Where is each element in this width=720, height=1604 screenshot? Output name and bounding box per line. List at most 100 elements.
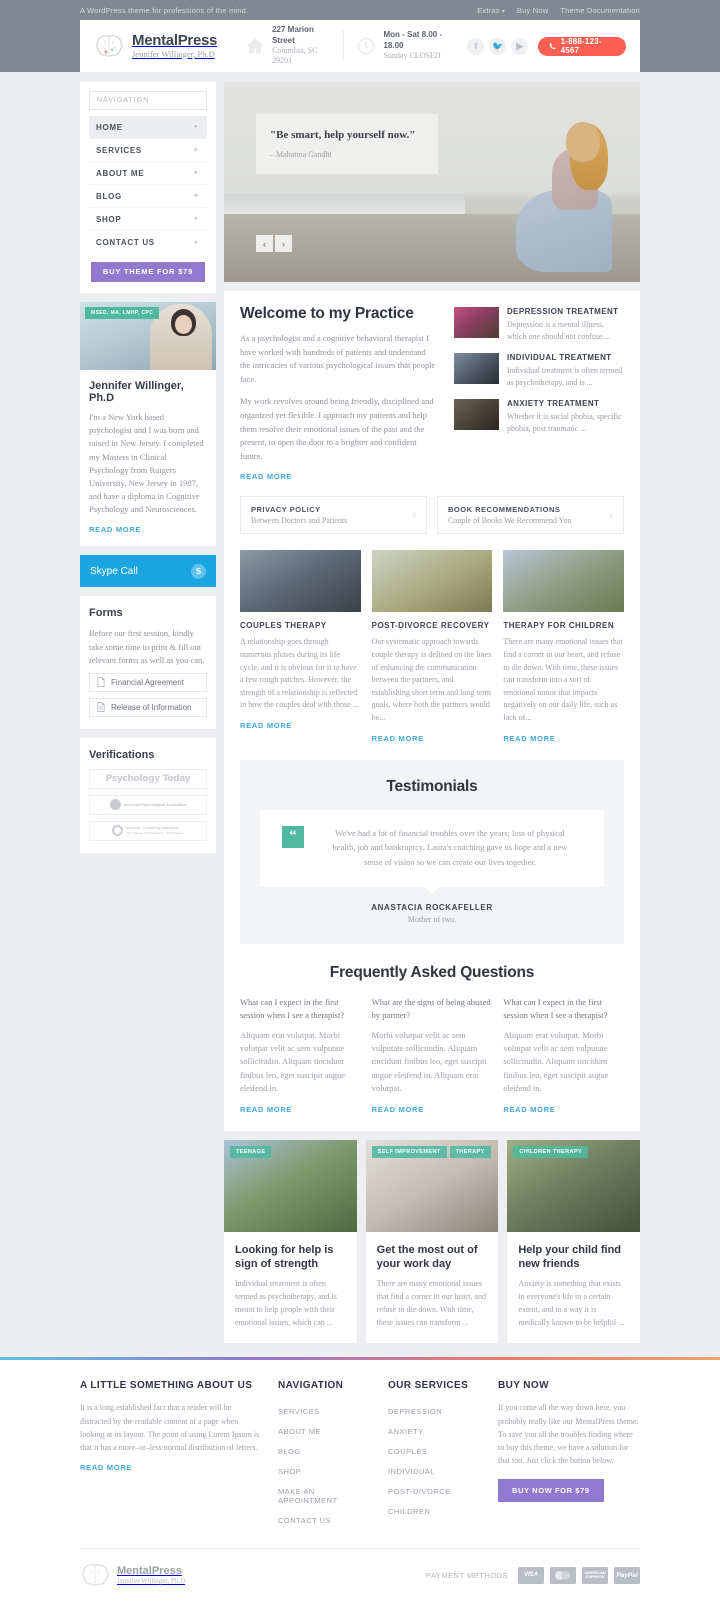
info-box-privacy-policy[interactable]: PRIVACY POLICY Between Doctors and Patie… (240, 496, 427, 535)
youtube-icon[interactable]: ▶ (511, 37, 529, 55)
topbar-link-theme-documentation[interactable]: Theme Documentation (560, 6, 640, 15)
footer-nav-about-me[interactable]: ABOUT ME (278, 1421, 370, 1441)
twitter-icon[interactable]: 🐦 (489, 37, 507, 55)
verification-aca[interactable]: American Counseling Association Your Sou… (89, 820, 207, 841)
amex-icon: AMERICAN EXPRESS (582, 1566, 608, 1584)
treatment-item-anxiety[interactable]: ANXIETY TREATMENT Whether it is social p… (454, 399, 624, 435)
site-logo[interactable]: MentalPress Jennifer Willinger, Ph.D (94, 33, 233, 59)
blog-title: Help your child find new friends (518, 1243, 622, 1270)
document-icon (97, 702, 105, 713)
faq-read-more-link[interactable]: READ MORE (372, 1105, 424, 1114)
footer-about-text: It is a long established fact that a rea… (80, 1403, 260, 1452)
service-text: Our systematic approach towards couple t… (371, 637, 492, 723)
footer-about-read-more-link[interactable]: READ MORE (80, 1463, 132, 1472)
footer-brand-name: MentalPress (117, 1564, 182, 1577)
blog-row: TEENAGE Looking for help is sign of stre… (224, 1139, 641, 1344)
footer-service-individual[interactable]: INDIVIDUAL (388, 1461, 480, 1481)
footer-about-title: A LITTLE SOMETHING ABOUT US (80, 1380, 253, 1392)
blog-tag[interactable]: THERAPY (449, 1145, 491, 1158)
form-link-release-of-information[interactable]: Release of Information (89, 697, 207, 717)
forms-description: Before our first session, kindly take so… (89, 628, 205, 665)
hours-line-1: Mon - Sat 8.00 - 18.00 (383, 30, 443, 50)
welcome-paragraph-2: My work revolves around being friendly, … (240, 396, 434, 461)
top-bar-links: Extras ▾ Buy Now Theme Documentation (477, 6, 640, 15)
hero-quote-text: "Be smart, help yourself now." (270, 129, 416, 141)
sidebar-item-blog[interactable]: BLOG ► (89, 185, 207, 208)
slider-prev-button[interactable]: ‹ (256, 235, 273, 252)
credentials-badge: MSED, MA, LMHP, CPC (85, 307, 160, 319)
quote-icon: “ (282, 825, 304, 848)
slider-next-button[interactable]: › (275, 235, 292, 252)
page-title: Welcome to my Practice (240, 305, 414, 322)
header-address: 227 Marion Street Columbia, SC 29201 (233, 25, 343, 65)
blog-tag[interactable]: CHILDREN THERAPY (513, 1145, 588, 1158)
hours-line-2: Sunday CLOSED (383, 51, 441, 61)
footer-nav-make-an-appointment[interactable]: MAKE AN APPOINTMENT (278, 1481, 370, 1510)
footer-nav-contact-us[interactable]: CONTACT US (278, 1510, 370, 1530)
blog-image: SELF IMPROVEMENT THERAPY (365, 1139, 499, 1232)
buy-theme-button[interactable]: BUY THEME FOR $79 (91, 262, 205, 282)
footer-nav-services[interactable]: SERVICES (278, 1401, 370, 1421)
footer-buy-text: If you come all the way down here, you p… (498, 1403, 639, 1466)
service-read-more-link[interactable]: READ MORE (240, 721, 292, 730)
sidebar-item-shop[interactable]: SHOP ► (89, 208, 207, 231)
blog-tag[interactable]: SELF IMPROVEMENT (371, 1145, 447, 1158)
welcome-section: Welcome to my Practice As a psychologist… (240, 305, 624, 482)
blog-card[interactable]: CHILDREN THERAPY Help your child find ne… (507, 1139, 641, 1344)
footer-nav-blog[interactable]: BLOG (278, 1441, 370, 1461)
sidebar-item-home[interactable]: HOME ► (89, 116, 207, 139)
verification-apa[interactable]: American Psychological Association (89, 794, 207, 815)
treatment-item-individual[interactable]: INDIVIDUAL TREATMENT Individual treatmen… (454, 353, 624, 389)
treatment-thumbnail (454, 307, 499, 338)
profile-read-more-link[interactable]: READ MORE (89, 525, 141, 534)
brand-subtitle: Jennifer Willinger, Ph.D (132, 48, 215, 59)
sidebar-item-contact-us[interactable]: CONTACT US ► (89, 231, 207, 254)
footer-services-column: OUR SERVICES DEPRESSION ANXIETY COUPLES … (388, 1380, 480, 1521)
sidebar-item-services[interactable]: SERVICES ► (89, 139, 207, 162)
chevron-right-icon: ► (193, 216, 200, 222)
verification-psychology-today[interactable]: Psychology Today (89, 768, 207, 789)
service-card-therapy-for-children: THERAPY FOR CHILDREN There are many emot… (503, 550, 625, 743)
skype-call-button[interactable]: Skype Call S (80, 555, 216, 588)
phone-button[interactable]: 1-888-123-4567 (538, 36, 626, 56)
faq-question: What can I expect in the first session w… (240, 997, 345, 1020)
topbar-link-extras[interactable]: Extras ▾ (477, 6, 505, 15)
info-box-book-recommendations[interactable]: BOOK RECOMMENDATIONS Couple of Books We … (437, 496, 624, 535)
footer-service-depression[interactable]: DEPRESSION (388, 1401, 480, 1421)
blog-title: Get the most out of your work day (376, 1243, 478, 1270)
treatment-thumbnail (454, 399, 499, 430)
faq-read-more-link[interactable]: READ MORE (240, 1105, 292, 1114)
footer-service-couples[interactable]: COUPLES (388, 1441, 480, 1461)
footer-service-anxiety[interactable]: ANXIETY (388, 1421, 480, 1441)
footer-buy-now-button[interactable]: BUY NOW FOR $79 (498, 1479, 604, 1503)
blog-card[interactable]: TEENAGE Looking for help is sign of stre… (224, 1139, 357, 1344)
footer-logo[interactable]: MentalPress Jennifer Willinger, Ph.D (80, 1562, 185, 1588)
footer-service-children[interactable]: CHILDREN (388, 1501, 480, 1521)
facebook-icon[interactable]: f (467, 37, 485, 55)
blog-card[interactable]: SELF IMPROVEMENT THERAPY Get the most ou… (365, 1139, 499, 1344)
apa-logo-icon (109, 799, 121, 811)
faq-read-more-link[interactable]: READ MORE (503, 1105, 555, 1114)
topbar-link-buy-now[interactable]: Buy Now (517, 6, 548, 15)
footer-buy-column: BUY NOW If you come all the way down her… (498, 1380, 640, 1503)
chevron-down-icon: ▾ (501, 8, 505, 15)
blog-title: Looking for help is sign of strength (235, 1243, 334, 1270)
footer-nav-shop[interactable]: SHOP (278, 1461, 370, 1481)
form-link-financial-agreement[interactable]: Financial Agreement (89, 672, 207, 692)
profile-name: Jennifer Willinger, Ph.D (89, 380, 184, 404)
blog-tag[interactable]: TEENAGE (230, 1145, 272, 1158)
welcome-read-more-link[interactable]: READ MORE (240, 472, 292, 481)
footer-service-post-divorce[interactable]: POST-DIVORCE (388, 1481, 480, 1501)
sidebar-item-about-me[interactable]: ABOUT ME ► (89, 162, 207, 185)
chevron-right-icon: › (609, 509, 613, 521)
treatment-item-depression[interactable]: DEPRESSION TREATMENT Depression is a men… (454, 307, 624, 343)
service-read-more-link[interactable]: READ MORE (372, 734, 424, 743)
service-image (371, 550, 493, 613)
verifications-widget: Verifications Psychology Today American … (80, 737, 216, 853)
home-icon (246, 38, 264, 54)
hero-quote-author: – Mahatma Gandhi (270, 150, 332, 160)
service-text: There are many emotional issues that fin… (503, 637, 623, 723)
testimonial-author-role: Mother of two. (407, 915, 457, 925)
service-read-more-link[interactable]: READ MORE (503, 734, 555, 743)
faq-section: Frequently Asked Questions What can I ex… (240, 964, 624, 1115)
